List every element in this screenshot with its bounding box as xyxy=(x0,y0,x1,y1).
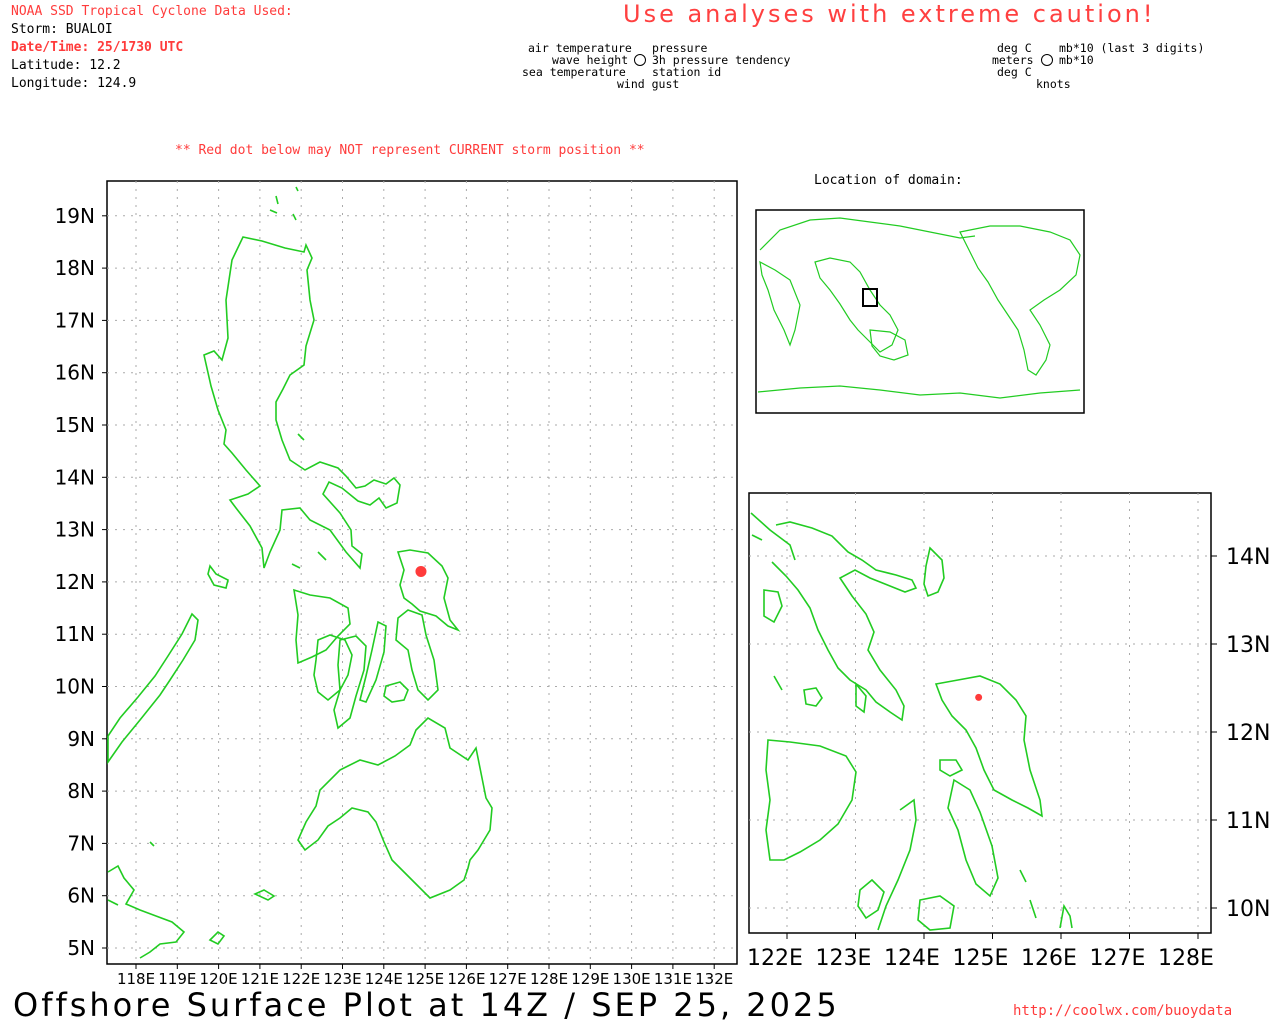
world-coastlines xyxy=(757,217,1081,399)
zoom-coastlines xyxy=(750,512,1073,931)
main-lat-label: 8N xyxy=(67,779,95,803)
zoom-lon-label: 127E xyxy=(1090,946,1146,971)
coast-mindoro xyxy=(293,588,351,665)
coast-luzon xyxy=(203,236,401,570)
main-lat-label: 6N xyxy=(67,884,95,908)
zoom-lat-label: 11N xyxy=(1226,809,1270,834)
coast-mindanao xyxy=(297,716,493,899)
main-lat-label: 9N xyxy=(67,727,95,751)
world-inset-map xyxy=(755,209,1085,414)
coast-panay xyxy=(313,634,353,702)
zoom-lat-label: 10N xyxy=(1226,897,1270,922)
source-url-link[interactable]: http://coolwx.com/buoydata xyxy=(1013,1003,1232,1019)
coast-batanes xyxy=(269,186,299,221)
main-lat-label: 19N xyxy=(55,204,95,228)
zoom-map-grid xyxy=(749,493,1217,939)
main-lat-label: 13N xyxy=(55,518,95,542)
main-lat-label: 10N xyxy=(55,675,95,699)
main-lat-label: 12N xyxy=(55,570,95,594)
main-coastlines xyxy=(107,186,493,959)
zoom-lon-label: 126E xyxy=(1021,946,1077,971)
coast-bohol xyxy=(383,681,409,703)
map-canvas: 5N 6N 7N 8N 9N 10N 11N 12N 13N 14N 15N 16N 17N 18N 19N… xyxy=(55,180,1270,988)
coast-africa-europe xyxy=(759,217,976,347)
main-lat-label: 14N xyxy=(55,465,95,489)
zoom-lon-label: 122E xyxy=(747,946,803,971)
zoom-lat-label: 14N xyxy=(1226,545,1270,570)
coast-antarctica xyxy=(757,385,1081,399)
zoom-lon-label: 125E xyxy=(953,946,1009,971)
zoom-coast-dinagat xyxy=(1019,869,1073,929)
zoom-lat-label: 12N xyxy=(1226,721,1270,746)
zoom-lon-label: 128E xyxy=(1158,946,1214,971)
zoom-lon-label: 123E xyxy=(816,946,872,971)
coast-samar xyxy=(396,549,461,632)
zoom-coast-luzon xyxy=(750,512,918,722)
zoom-map: 10N 11N 12N 13N 14N 122E 123E 124E 125E 126E 127E… xyxy=(747,492,1270,971)
zoom-coast-leyte xyxy=(947,778,999,898)
main-lat-label: 5N xyxy=(67,936,95,960)
zoom-coast-mindoro xyxy=(765,739,857,861)
zoom-coast-marinduque xyxy=(763,589,783,624)
main-lat-label: 7N xyxy=(67,831,95,855)
coast-americas xyxy=(959,225,1081,376)
zoom-storm-position-marker xyxy=(975,693,983,701)
zoom-lat-labels: 10N 11N 12N 13N 14N xyxy=(1226,545,1270,922)
plot-title: Offshore Surface Plot at 14Z / SEP 25, 2… xyxy=(13,986,840,1024)
main-lat-label: 15N xyxy=(55,413,95,437)
zoom-lon-labels: 122E 123E 124E 125E 126E 127E 128E xyxy=(747,946,1214,971)
main-lat-label: 11N xyxy=(55,622,95,646)
world-inset-frame xyxy=(755,209,1085,414)
zoom-coast-samar xyxy=(934,675,1043,818)
coast-australia xyxy=(869,329,909,361)
coast-small-islands xyxy=(149,433,327,847)
coast-leyte xyxy=(395,609,439,702)
coast-palawan xyxy=(107,612,199,765)
main-lat-label: 16N xyxy=(55,361,95,385)
main-map: 5N 6N 7N 8N 9N 10N 11N 12N 13N 14N 15N 16N 17N 18N 19N… xyxy=(55,180,738,988)
zoom-coast-visayas-islets xyxy=(917,759,964,931)
zoom-coast-catanduanes xyxy=(923,546,945,598)
zoom-lon-label: 124E xyxy=(884,946,940,971)
storm-position-marker xyxy=(415,565,427,577)
main-lat-labels: 5N 6N 7N 8N 9N 10N 11N 12N 13N 14N 15N 16N 17N 18N 19N xyxy=(55,204,95,960)
coast-busuanga xyxy=(207,564,229,589)
coast-sulu xyxy=(208,889,276,946)
main-lat-label: 17N xyxy=(55,308,95,332)
zoom-lat-label: 13N xyxy=(1226,633,1270,658)
coast-borneo xyxy=(107,864,186,959)
coast-asia xyxy=(814,257,899,353)
zoom-map-frame xyxy=(748,492,1212,934)
main-lat-label: 18N xyxy=(55,256,95,280)
